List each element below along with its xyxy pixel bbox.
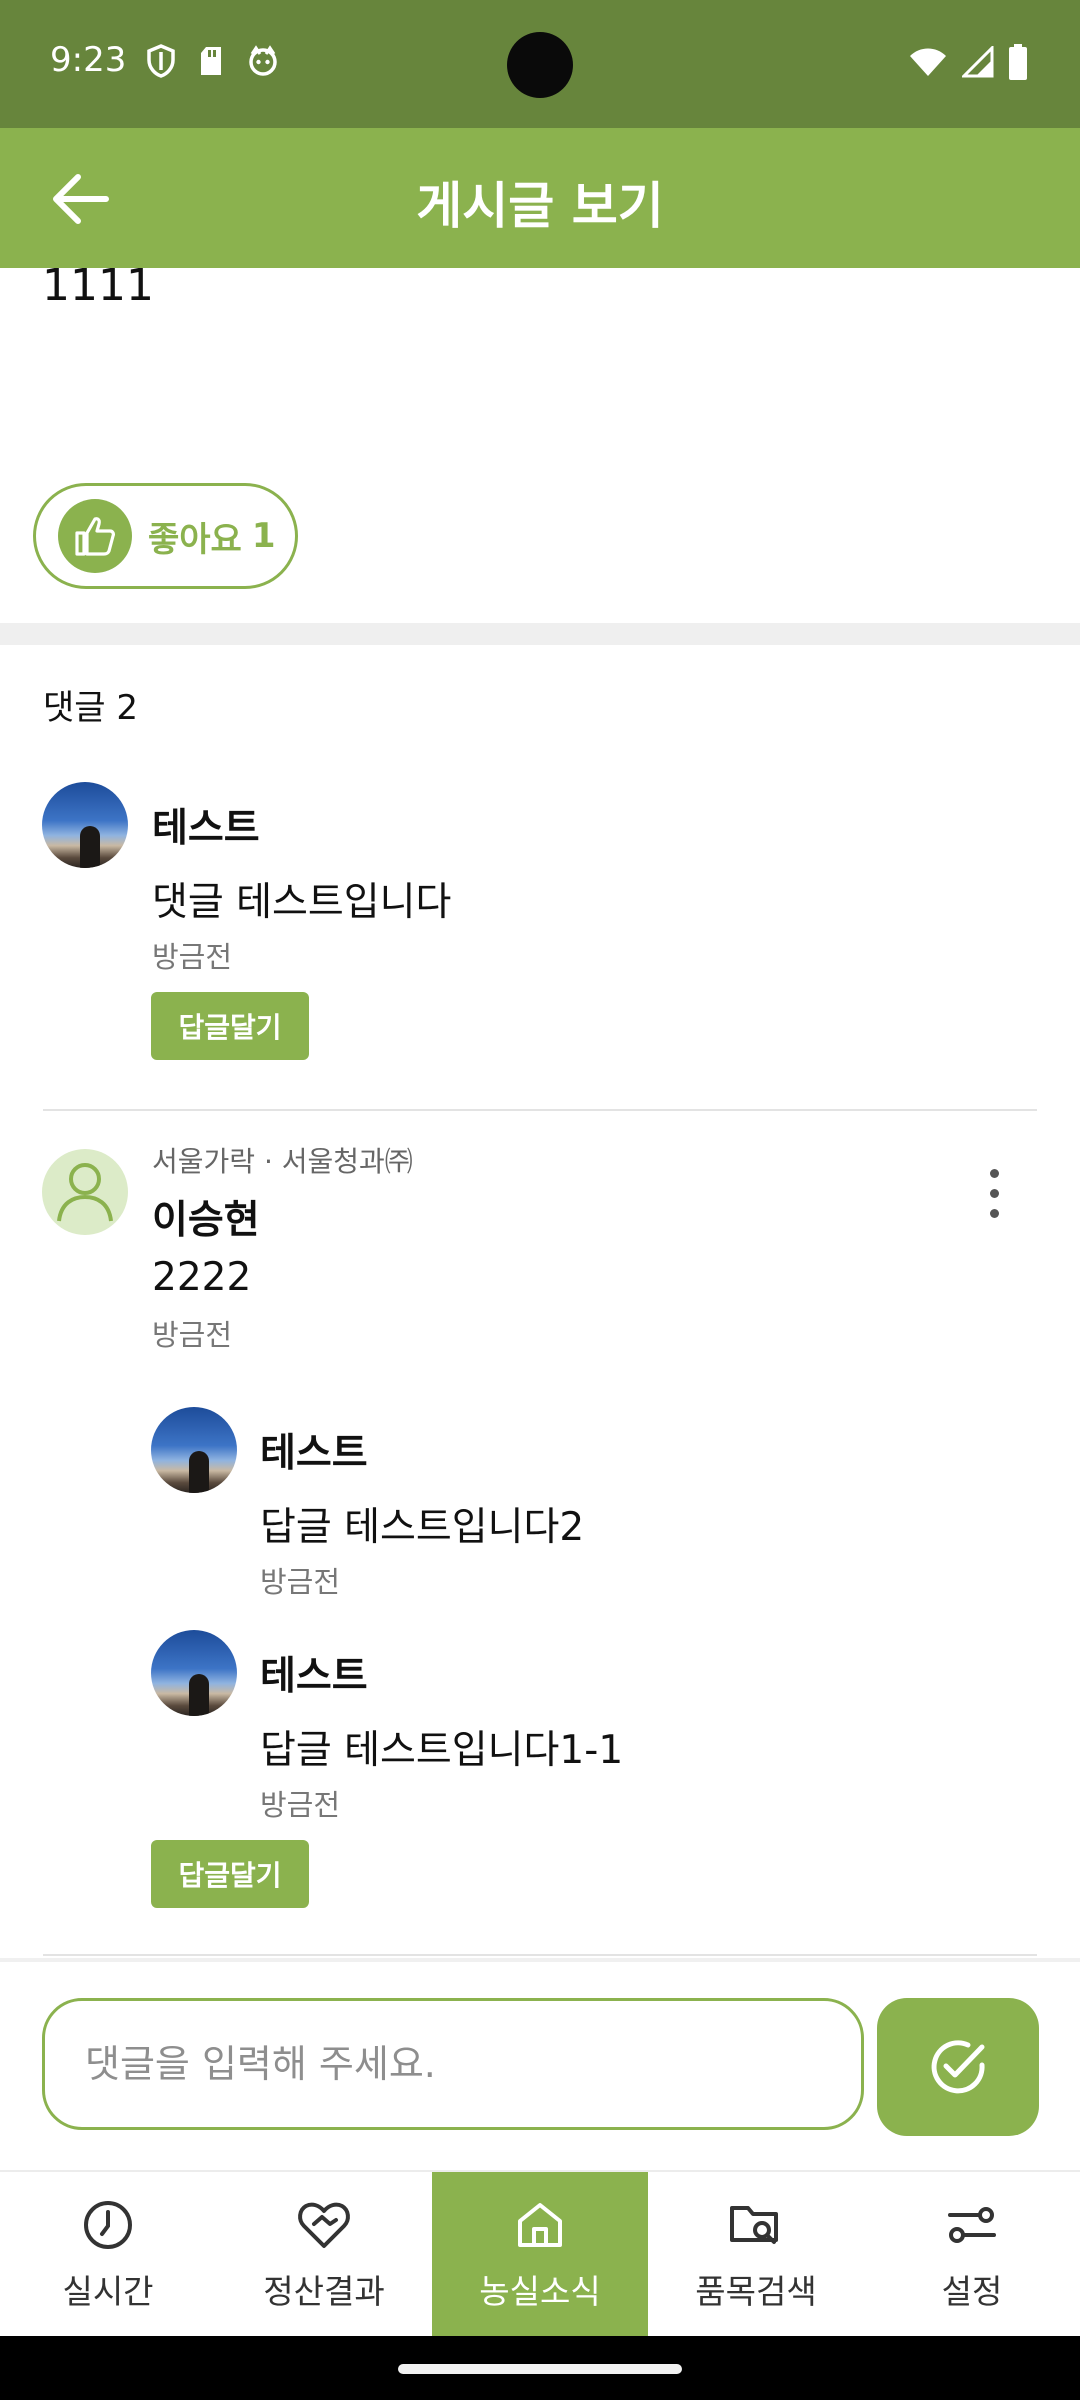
signal-icon <box>962 46 994 78</box>
like-label: 좋아요 <box>148 519 242 560</box>
section-divider <box>0 623 1080 645</box>
gesture-nav-area <box>0 2336 1080 2400</box>
nav-label: 농실소식 <box>479 2272 601 2311</box>
app-bar: 게시글 보기 <box>0 128 1080 268</box>
camera-cutout <box>507 32 573 98</box>
avatar <box>42 782 128 868</box>
wifi-icon <box>910 48 946 76</box>
comment-time: 방금전 <box>152 940 233 974</box>
thumbs-up-icon <box>75 517 115 556</box>
comment-divider <box>43 1954 1037 1956</box>
shield-icon <box>147 44 175 78</box>
comment-author: 테스트 <box>152 806 260 851</box>
status-icons-right <box>908 44 1028 80</box>
sliders-icon <box>944 2197 1000 2253</box>
nav-item-settlement[interactable]: 정산결과 <box>216 2172 432 2338</box>
comment-text: 2222 <box>152 1255 252 1300</box>
comment-input-bar <box>0 1958 1080 2170</box>
nav-label: 정산결과 <box>263 2272 385 2311</box>
reply-text: 답글 테스트입니다2 <box>260 1505 585 1550</box>
avatar <box>42 1149 128 1235</box>
nav-label: 설정 <box>941 2272 1003 2311</box>
nav-label: 실시간 <box>62 2272 154 2311</box>
like-button[interactable]: 좋아요 1 <box>33 483 298 589</box>
home-gesture-handle[interactable] <box>398 2364 682 2374</box>
avatar <box>151 1630 237 1716</box>
nav-item-realtime[interactable]: 실시간 <box>0 2172 216 2338</box>
reply-time: 방금전 <box>260 1788 341 1822</box>
nav-item-news[interactable]: 농실소식 <box>432 2172 648 2338</box>
comment-author-affiliation: 서울가락 · 서울청과㈜ <box>152 1145 413 1178</box>
battery-icon <box>1009 44 1027 80</box>
comment-time: 방금전 <box>152 1318 233 1352</box>
user-icon <box>57 1163 113 1222</box>
nav-item-settings[interactable]: 설정 <box>864 2172 1080 2338</box>
status-bar: 9:23 <box>0 0 1080 128</box>
reply-text: 답글 테스트입니다1-1 <box>260 1728 624 1773</box>
comment-text: 댓글 테스트입니다 <box>152 880 452 925</box>
reply-time: 방금전 <box>260 1565 341 1599</box>
check-circle-icon <box>931 2040 985 2094</box>
like-icon-circle <box>58 499 132 573</box>
reply-button[interactable]: 답글달기 <box>151 992 309 1060</box>
bottom-navigation: 실시간 정산결과 농실소식 품목검색 설정 <box>0 2170 1080 2338</box>
comment-author: 이승현 <box>152 1198 260 1243</box>
status-time: 9:23 <box>50 40 127 80</box>
sd-card-icon <box>201 47 221 75</box>
comment-divider <box>43 1109 1037 1111</box>
comment-input[interactable] <box>42 1998 864 2130</box>
reply-button[interactable]: 답글달기 <box>151 1840 309 1908</box>
post-content[interactable]: 1111 좋아요 1 댓글 2 테스트 댓글 테스트입니다 방금전 답글달기 서… <box>0 268 1080 1958</box>
home-icon <box>512 2197 568 2253</box>
comments-header: 댓글 2 <box>43 688 138 728</box>
nav-label: 품목검색 <box>695 2272 817 2311</box>
face-icon <box>249 45 277 76</box>
submit-comment-button[interactable] <box>877 1998 1039 2136</box>
reply-author: 테스트 <box>260 1431 368 1476</box>
status-icons-left <box>146 44 280 78</box>
post-body-text: 1111 <box>42 268 154 311</box>
like-count: 1 <box>251 516 276 556</box>
handshake-heart-icon <box>296 2197 352 2253</box>
more-options-button[interactable] <box>974 1157 1014 1229</box>
clock-icon <box>80 2197 136 2253</box>
nav-item-item-search[interactable]: 품목검색 <box>648 2172 864 2338</box>
avatar <box>151 1407 237 1493</box>
folder-search-icon <box>728 2197 784 2253</box>
reply-author: 테스트 <box>260 1654 368 1699</box>
page-title: 게시글 보기 <box>416 177 664 235</box>
more-options-icon <box>989 1168 999 1178</box>
